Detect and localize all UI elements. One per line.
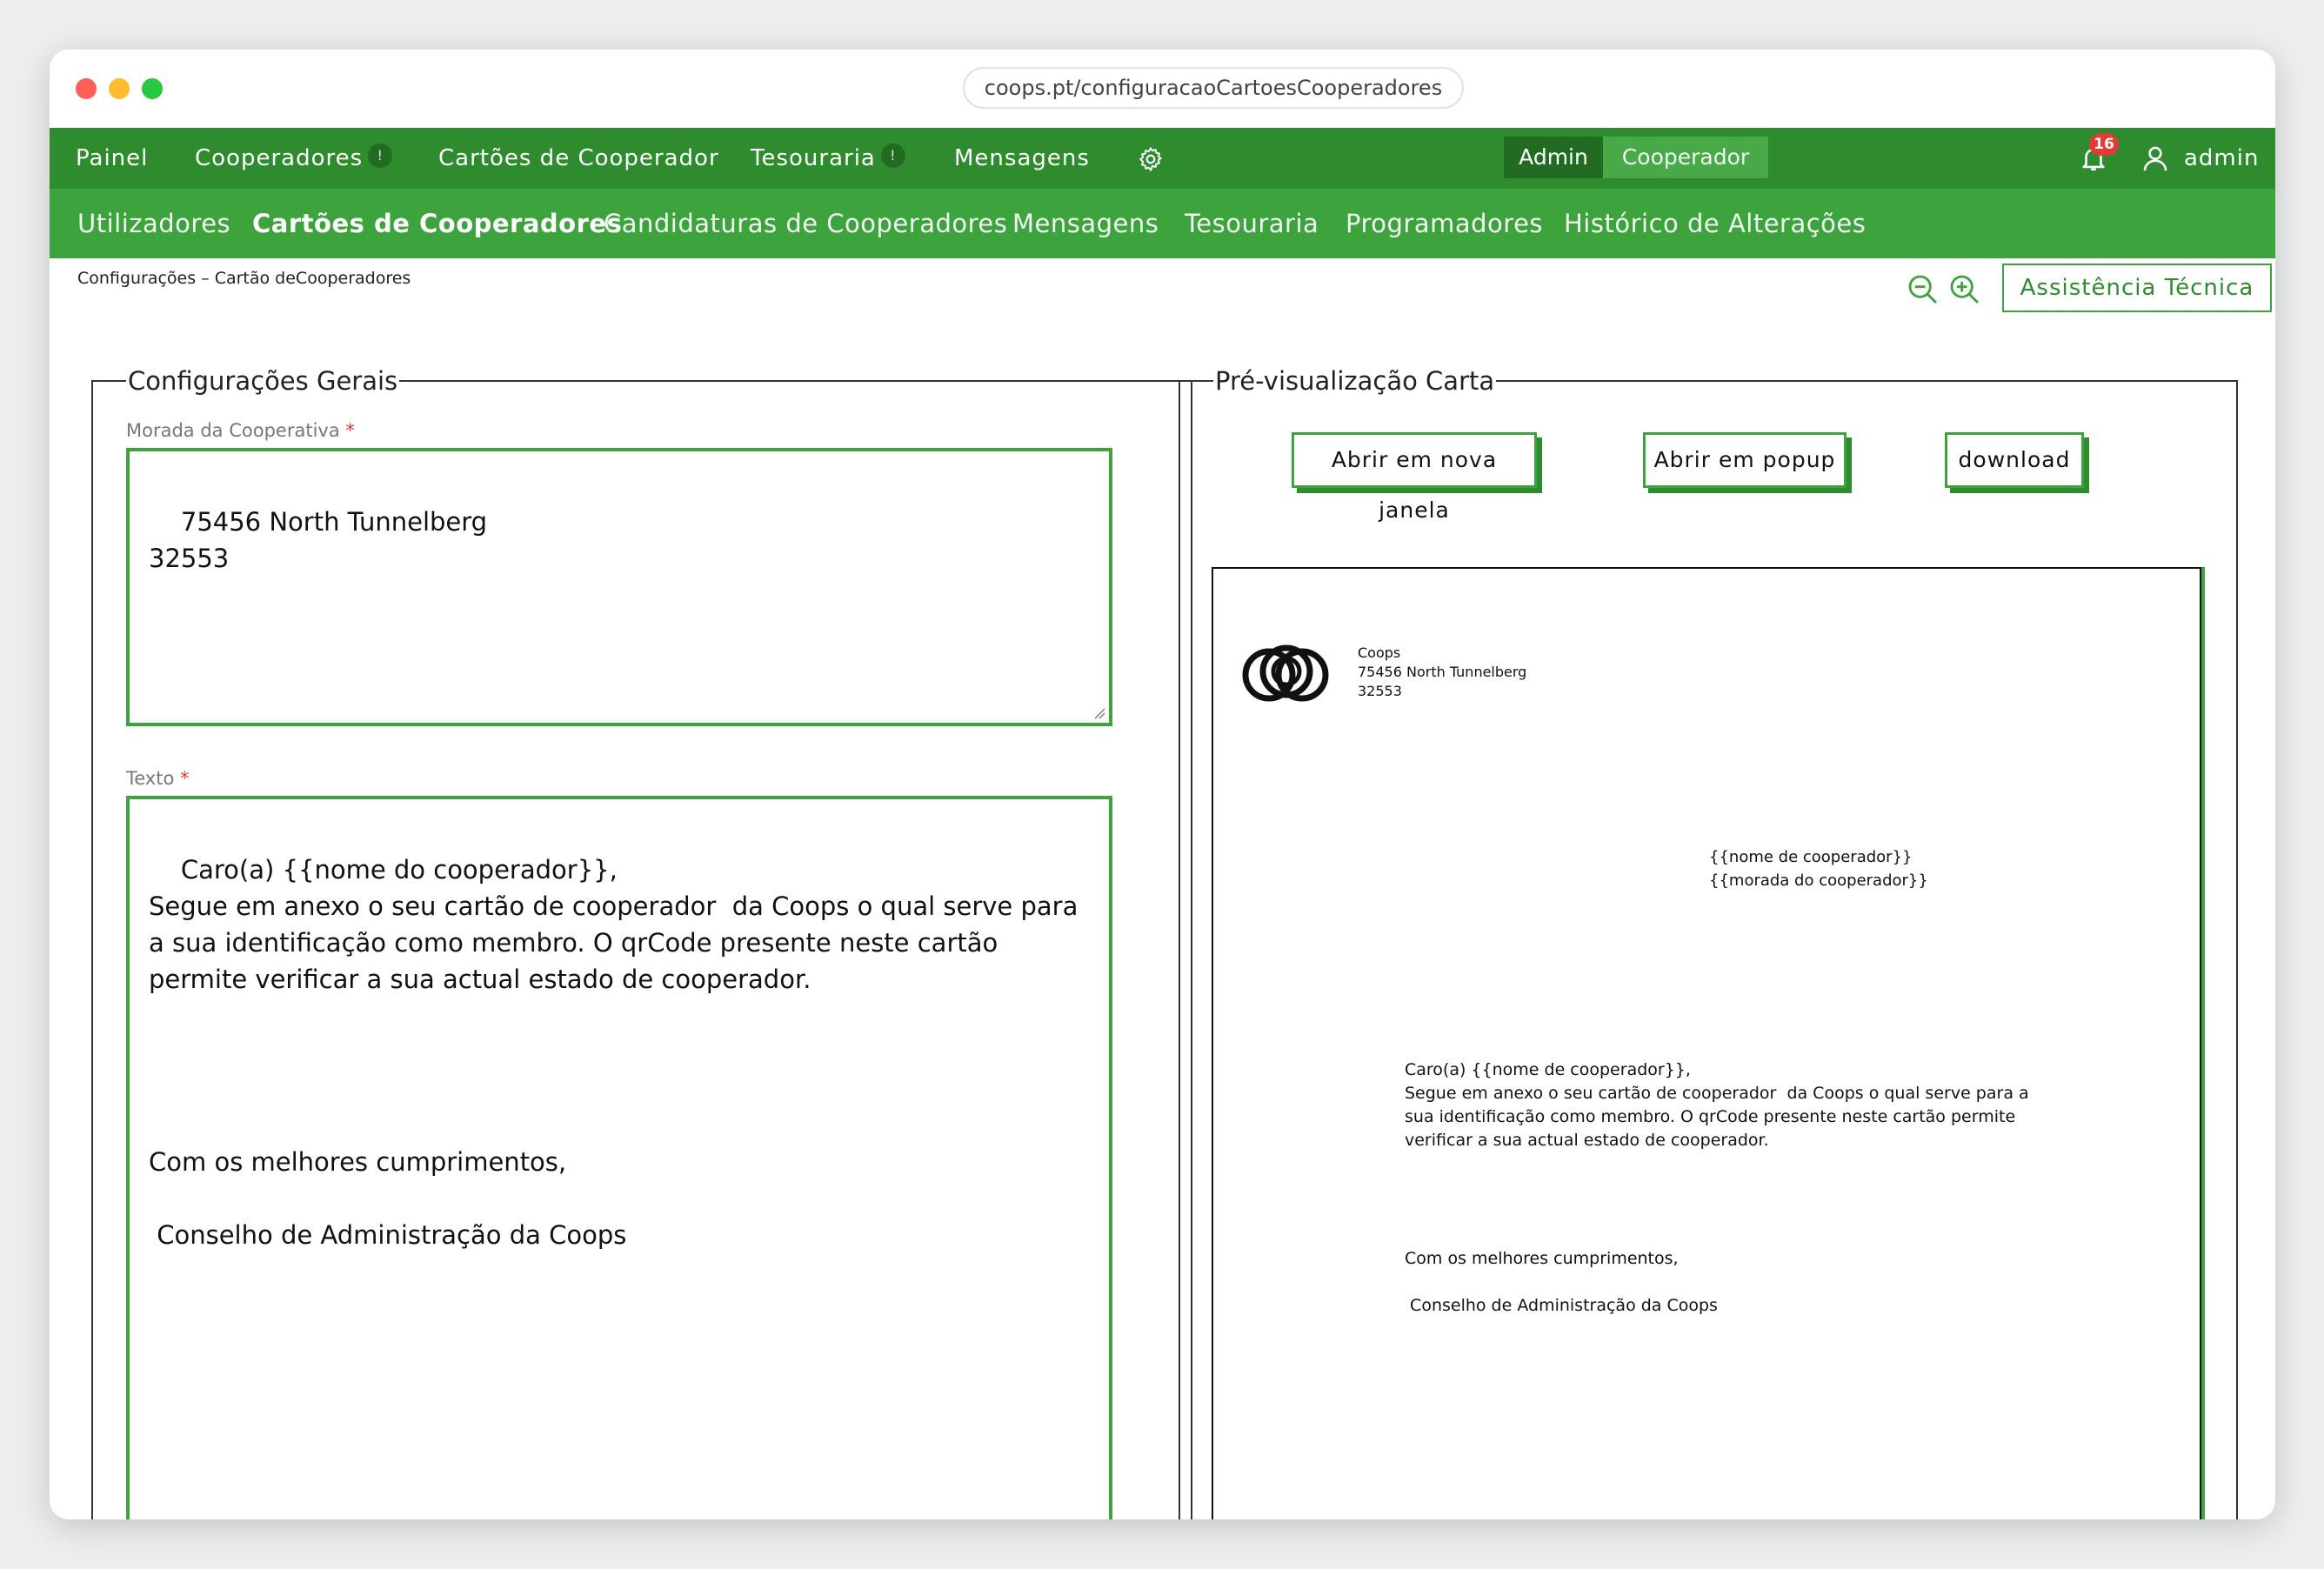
user-menu-name[interactable]: admin — [2184, 128, 2259, 189]
letter-closing: Com os melhores cumprimentos, Conselho d… — [1405, 1249, 1718, 1315]
alert-badge: ! — [368, 144, 393, 168]
nav-item-label: Cartões de Cooperador — [438, 145, 719, 171]
resize-handle-icon[interactable] — [1093, 707, 1105, 719]
sub-navigation: Utilizadores Cartões de Cooperadores Can… — [50, 189, 2275, 258]
label-text: Morada da Cooperativa — [126, 420, 340, 441]
gear-icon[interactable] — [1137, 145, 1165, 173]
subnav-item-utilizadores[interactable]: Utilizadores — [77, 189, 230, 258]
letter-preview: Coops 75456 North Tunnelberg 32553 {{nom… — [1212, 567, 2201, 1519]
subnav-item-candidaturas[interactable]: Candidaturas de Cooperadores — [604, 189, 1007, 258]
text-field-label: Texto * — [126, 768, 190, 789]
breadcrumb: Configurações – Cartão deCooperadores — [77, 269, 411, 288]
general-settings-legend: Configurações Gerais — [126, 366, 400, 396]
subnav-item-historico[interactable]: Histórico de Alterações — [1564, 189, 1866, 258]
nav-item-label: Painel — [76, 145, 149, 171]
letter-body: Caro(a) {{nome de cooperador}}, Segue em… — [1405, 1060, 2029, 1150]
alert-badge: ! — [880, 144, 905, 168]
subnav-item-mensagens[interactable]: Mensagens — [1012, 189, 1159, 258]
required-marker: * — [345, 420, 355, 441]
top-navigation: Painel Cooperadores! Cartões de Cooperad… — [50, 128, 2275, 189]
nav-item-tesouraria[interactable]: Tesouraria! — [751, 128, 905, 189]
coops-logo-icon — [1242, 644, 1329, 702]
browser-window: coops.pt/configuracaoCartoesCooperadores… — [50, 50, 2275, 1519]
close-window-button[interactable] — [76, 78, 97, 99]
nav-item-cooperadores[interactable]: Cooperadores! — [195, 128, 393, 189]
subnav-item-cartoes-de-cooperadores[interactable]: Cartões de Cooperadores — [252, 189, 622, 258]
letter-text-textarea[interactable]: Caro(a) {{nome do cooperador}}, Segue em… — [126, 796, 1112, 1519]
browser-titlebar: coops.pt/configuracaoCartoesCooperadores — [50, 50, 2275, 128]
user-icon[interactable] — [2140, 142, 2170, 175]
letter-text-value: Caro(a) {{nome do cooperador}}, Segue em… — [149, 855, 1079, 1250]
subnav-item-tesouraria[interactable]: Tesouraria — [1185, 189, 1319, 258]
nav-item-painel[interactable]: Painel — [76, 128, 148, 189]
open-popup-button[interactable]: Abrir em popup — [1643, 432, 1847, 488]
nav-item-label: Cooperadores — [195, 145, 364, 171]
notification-count-badge: 16 — [2089, 133, 2119, 156]
address-field-label: Morada da Cooperativa * — [126, 420, 355, 441]
nav-item-mensagens[interactable]: Mensagens — [954, 128, 1090, 189]
zoom-out-icon[interactable] — [1906, 272, 1940, 307]
subnav-item-programadores[interactable]: Programadores — [1346, 189, 1543, 258]
assistencia-tecnica-button[interactable]: Assistência Técnica — [2002, 264, 2272, 312]
nav-item-label: Tesouraria — [751, 145, 876, 171]
address-value: 75456 North Tunnelberg 32553 — [149, 507, 488, 573]
role-toggle-cooperador[interactable]: Cooperador — [1603, 137, 1768, 178]
open-new-window-button[interactable]: Abrir em nova janela — [1292, 432, 1537, 523]
sender-address: Coops 75456 North Tunnelberg 32553 — [1358, 644, 1527, 699]
role-toggle-admin[interactable]: Admin — [1504, 137, 1603, 178]
address-textarea[interactable]: 75456 North Tunnelberg 32553 — [126, 448, 1112, 726]
address-bar[interactable]: coops.pt/configuracaoCartoesCooperadores — [963, 67, 1464, 109]
download-button[interactable]: download — [1945, 432, 2084, 488]
maximize-window-button[interactable] — [142, 78, 163, 99]
preview-legend: Pré-visualização Carta — [1213, 366, 1497, 396]
minimize-window-button[interactable] — [109, 78, 130, 99]
required-marker: * — [180, 768, 190, 789]
recipient-address: {{nome de cooperador}} {{morada do coope… — [1709, 848, 1928, 890]
zoom-in-icon[interactable] — [1947, 272, 1982, 307]
nav-item-label: Mensagens — [954, 145, 1090, 171]
label-text: Texto — [126, 768, 175, 789]
nav-item-cartoes[interactable]: Cartões de Cooperador — [438, 128, 719, 189]
